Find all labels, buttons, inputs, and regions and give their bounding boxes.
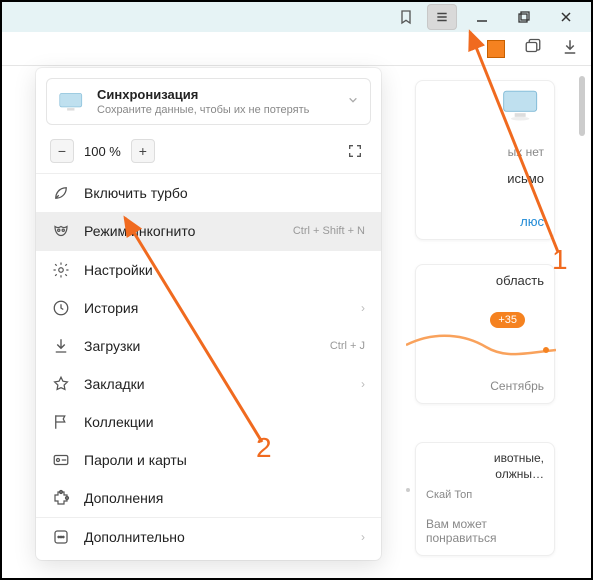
menu-item-downloads[interactable]: Загрузки Ctrl + J	[36, 327, 381, 365]
bg-letter: исьмо	[507, 171, 544, 186]
menu-item-collections[interactable]: Коллекции	[36, 403, 381, 441]
bg-source: Скай Топ	[426, 489, 472, 501]
monitor-icon	[500, 87, 544, 124]
close-button[interactable]	[545, 3, 587, 31]
puzzle-icon	[52, 489, 70, 507]
mask-icon	[52, 222, 70, 240]
sync-subtitle: Сохраните данные, чтобы их не потерять	[97, 104, 336, 116]
menu-item-passwords[interactable]: Пароли и карты	[36, 441, 381, 479]
bg-animals-1: ивотные,	[494, 451, 544, 465]
menu-item-label: Коллекции	[84, 414, 365, 430]
menu-item-bookmarks[interactable]: Закладки ›	[36, 365, 381, 403]
flag-icon	[52, 413, 70, 431]
minimize-button[interactable]	[461, 3, 503, 31]
menu-item-shortcut: Ctrl + J	[330, 340, 365, 352]
sync-title: Синхронизация	[97, 87, 336, 102]
annotation-number-1: 1	[552, 244, 568, 276]
bg-region: область	[496, 273, 544, 288]
menu-item-shortcut: Ctrl + Shift + N	[293, 225, 365, 237]
bg-no-items: ых нет	[508, 145, 544, 159]
rocket-icon	[52, 184, 70, 202]
bg-plus-link[interactable]: люс	[520, 214, 544, 229]
menu-item-turbo[interactable]: Включить турбо	[36, 174, 381, 212]
zoom-in-button[interactable]: +	[131, 139, 155, 163]
menu-item-settings[interactable]: Настройки	[36, 251, 381, 289]
main-menu-panel: Синхронизация Сохраните данные, чтобы их…	[36, 68, 381, 560]
zoom-value: 100 %	[80, 144, 125, 159]
menu-item-label: Настройки	[84, 262, 365, 278]
bg-month: Сентябрь	[490, 379, 544, 393]
weather-sparkline	[406, 325, 556, 365]
download-icon	[52, 337, 70, 355]
tile-icon[interactable]	[487, 40, 505, 58]
bg-suggest: Вам может понравиться	[426, 517, 544, 545]
menu-item-label: Загрузки	[84, 338, 316, 354]
chevron-right-icon: ›	[361, 377, 365, 391]
sync-monitor-icon	[57, 91, 87, 113]
temperature-badge: +35	[490, 312, 525, 328]
maximize-button[interactable]	[503, 3, 545, 31]
menu-item-incognito[interactable]: Режим инкогнито Ctrl + Shift + N	[36, 212, 381, 250]
tabs-icon[interactable]	[523, 38, 543, 59]
zoom-out-button[interactable]: −	[50, 139, 74, 163]
main-menu-button[interactable]	[427, 4, 457, 30]
annotation-number-2: 2	[256, 432, 272, 464]
scrollbar-thumb[interactable]	[579, 76, 585, 136]
menu-item-label: Дополнения	[84, 490, 365, 506]
more-icon	[52, 528, 70, 546]
menu-item-label: Пароли и карты	[84, 452, 365, 468]
gear-icon	[52, 261, 70, 279]
menu-item-label: Включить турбо	[84, 185, 365, 201]
menu-item-extensions[interactable]: Дополнения	[36, 479, 381, 517]
clock-icon	[52, 299, 70, 317]
bg-animals-2: олжны…	[495, 467, 544, 481]
chevron-right-icon: ›	[361, 301, 365, 315]
chevron-down-icon	[346, 95, 360, 108]
star-icon	[52, 375, 70, 393]
menu-item-more[interactable]: Дополнительно ›	[36, 518, 381, 556]
menu-item-label: История	[84, 300, 343, 316]
sync-card[interactable]: Синхронизация Сохраните данные, чтобы их…	[46, 78, 371, 125]
chevron-right-icon: ›	[361, 530, 365, 544]
card-icon	[52, 451, 70, 469]
menu-item-label: Дополнительно	[84, 529, 343, 545]
scrollbar-track[interactable]	[576, 70, 588, 574]
menu-item-history[interactable]: История ›	[36, 289, 381, 327]
favorites-icon[interactable]	[389, 9, 423, 25]
download-icon[interactable]	[561, 38, 579, 59]
menu-item-label: Режим инкогнито	[84, 223, 279, 239]
fullscreen-button[interactable]	[343, 139, 367, 163]
menu-item-label: Закладки	[84, 376, 343, 392]
